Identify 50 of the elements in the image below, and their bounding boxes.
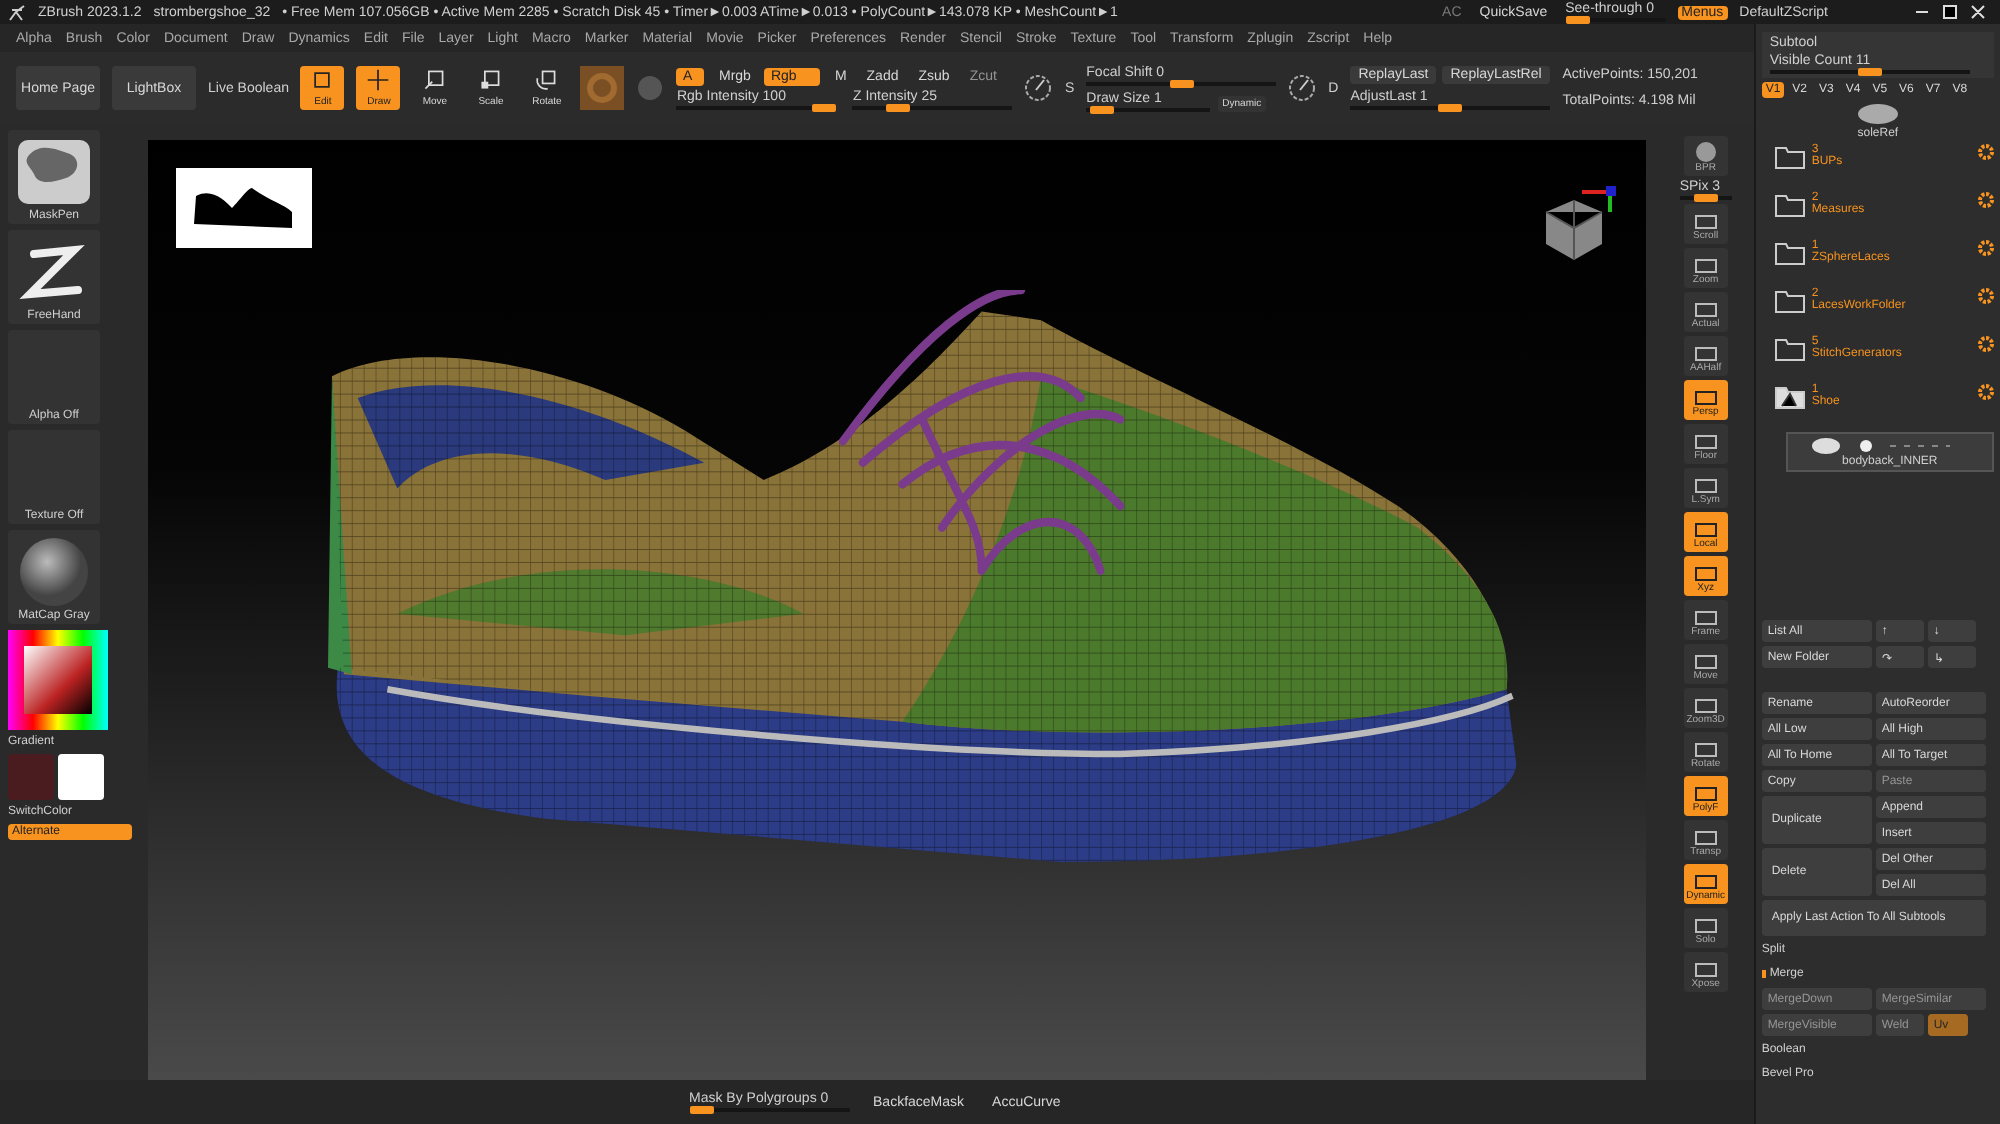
color-picker[interactable]	[8, 630, 108, 730]
viewport[interactable]	[148, 140, 1646, 1080]
frame-icon	[1693, 346, 1718, 362]
gear-icon[interactable]	[1978, 336, 1994, 352]
frame-icon	[1693, 522, 1718, 538]
frame-icon	[1693, 566, 1718, 582]
slider-thumb[interactable]	[1857, 68, 1882, 76]
material-sphere-icon	[14, 538, 94, 606]
frame-icon	[1693, 610, 1718, 626]
draw-icon	[364, 68, 393, 92]
shoe-silhouette-icon	[190, 184, 298, 232]
frame-icon	[1693, 786, 1718, 802]
slider-thumb[interactable]	[812, 103, 837, 111]
gear-icon[interactable]	[1978, 192, 1994, 208]
frame-icon	[1693, 214, 1718, 230]
slider-thumb[interactable]	[886, 103, 911, 111]
color-swatch[interactable]	[58, 754, 104, 800]
frame-icon	[1693, 830, 1718, 846]
slider-thumb[interactable]	[1438, 104, 1463, 112]
frame-icon	[1693, 434, 1718, 450]
frame-icon	[1693, 258, 1718, 274]
frame-icon	[1693, 390, 1718, 406]
rotate-icon	[532, 68, 561, 92]
frame-icon	[1693, 698, 1718, 714]
subtool-thumbnail	[1855, 102, 1900, 126]
frame-icon	[1693, 478, 1718, 494]
material-swatch-icon[interactable]	[580, 66, 625, 110]
brush-circle-icon[interactable]	[1024, 74, 1053, 102]
brush-circle-icon[interactable]	[1288, 74, 1317, 102]
scale-icon	[476, 68, 505, 92]
frame-icon	[1693, 302, 1718, 318]
frame-icon	[1693, 962, 1718, 978]
slider-thumb[interactable]	[1693, 194, 1718, 202]
app-logo-icon	[8, 3, 26, 21]
gear-icon[interactable]	[1978, 384, 1994, 400]
sphere-icon	[1693, 142, 1718, 162]
gear-icon[interactable]	[1978, 144, 1994, 160]
gear-icon[interactable]	[1978, 288, 1994, 304]
frame-icon	[1693, 742, 1718, 758]
slider-thumb[interactable]	[1089, 105, 1114, 113]
brush-icon	[14, 138, 94, 206]
slider-thumb[interactable]	[1169, 79, 1194, 87]
slider-thumb[interactable]	[1565, 16, 1590, 24]
frame-icon	[1693, 874, 1718, 890]
move-icon	[420, 68, 449, 92]
gear-icon[interactable]	[1978, 240, 1994, 256]
slider-thumb[interactable]	[689, 1106, 714, 1114]
frame-icon	[1693, 918, 1718, 934]
frame-icon	[1693, 654, 1718, 670]
color-swatch[interactable]	[8, 754, 54, 800]
